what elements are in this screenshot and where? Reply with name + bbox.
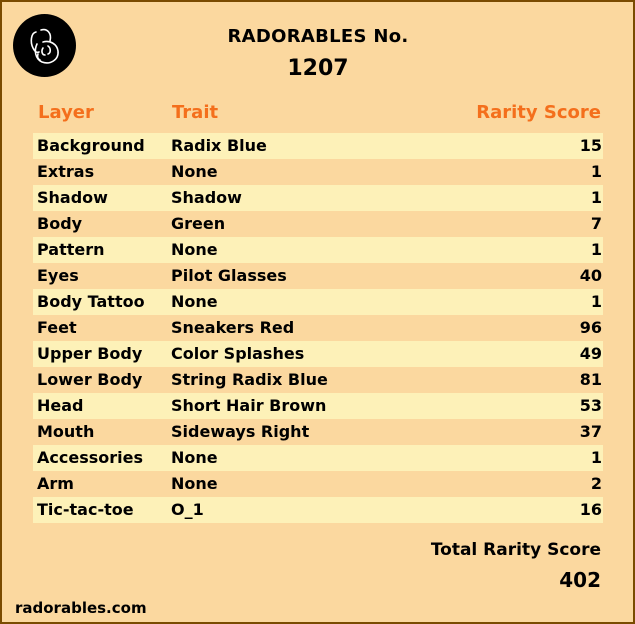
rarity-score-cell: 40 [579,266,602,285]
table-row: Body Green 7 [33,211,603,237]
trait-layer-cell: Upper Body [37,344,143,363]
token-number: 1207 [287,56,349,81]
trait-value-cell: Radix Blue [171,136,267,155]
rarity-score-cell: 15 [579,136,602,155]
trait-value-cell: None [171,474,218,493]
trait-value-cell: Short Hair Brown [171,396,327,415]
rarity-score-cell: 2 [590,474,602,493]
table-row: Arm None 2 [33,471,603,497]
rarity-score-cell: 7 [590,214,602,233]
table-row: Head Short Hair Brown 53 [33,393,603,419]
trait-value-cell: Shadow [171,188,242,207]
rarity-score-cell: 1 [590,188,602,207]
rarity-score-cell: 1 [590,240,602,259]
trait-layer-cell: Head [37,396,84,415]
trait-value-cell: Color Splashes [171,344,305,363]
rarity-score-cell: 16 [579,500,602,519]
rarity-score-cell: 53 [579,396,602,415]
total-rarity-label: Total Rarity Score [430,540,601,560]
table-row: Upper Body Color Splashes 49 [33,341,603,367]
rarity-score-cell: 81 [579,370,602,389]
collection-title: RADORABLES No. [227,26,409,47]
trait-layer-cell: Shadow [37,188,108,207]
trait-layer-cell: Pattern [37,240,105,259]
trait-layer-cell: Body Tattoo [37,292,145,311]
table-row: Tic-tac-toe O_1 16 [33,497,603,523]
trait-layer-cell: Arm [37,474,74,493]
trait-value-cell: None [171,448,218,467]
trait-layer-cell: Feet [37,318,77,337]
table-header: Layer Trait Rarity Score [2,102,633,128]
trait-value-cell: None [171,240,218,259]
trait-value-cell: None [171,292,218,311]
trait-layer-cell: Accessories [37,448,143,467]
table-row: Extras None 1 [33,159,603,185]
table-row: Feet Sneakers Red 96 [33,315,603,341]
column-header-rarity-score: Rarity Score [476,102,601,123]
trait-value-cell: String Radix Blue [171,370,328,389]
rarity-score-cell: 1 [590,292,602,311]
table-row: Pattern None 1 [33,237,603,263]
website-url: radorables.com [15,599,147,617]
trait-layer-cell: Eyes [37,266,79,285]
total-rarity-value: 402 [559,568,601,592]
column-header-trait: Trait [172,102,219,123]
trait-value-cell: Sideways Right [171,422,310,441]
rarity-score-cell: 96 [579,318,602,337]
table-row: Body Tattoo None 1 [33,289,603,315]
table-row: Mouth Sideways Right 37 [33,419,603,445]
rarity-score-cell: 37 [579,422,602,441]
trait-value-cell: Green [171,214,226,233]
trait-layer-cell: Body [37,214,83,233]
trait-layer-cell: Tic-tac-toe [37,500,134,519]
trait-layer-cell: Mouth [37,422,95,441]
rarity-score-cell: 1 [590,162,602,181]
column-header-layer: Layer [38,102,94,123]
trait-value-cell: O_1 [171,500,204,519]
rarity-score-cell: 49 [579,344,602,363]
traits-table: Background Radix Blue 15 Extras None 1 Shadow S… [33,133,603,523]
trait-layer-cell: Background [37,136,145,155]
trait-layer-cell: Lower Body [37,370,143,389]
table-row: Lower Body String Radix Blue 81 [33,367,603,393]
trait-value-cell: Pilot Glasses [171,266,287,285]
table-row: Accessories None 1 [33,445,603,471]
bunny-head-icon [13,14,76,77]
trait-layer-cell: Extras [37,162,95,181]
table-row: Background Radix Blue 15 [33,133,603,159]
table-row: Shadow Shadow 1 [33,185,603,211]
trait-value-cell: Sneakers Red [171,318,295,337]
rarity-card: RADORABLES No. 1207 Layer Trait Rarity S… [0,0,635,624]
rarity-score-cell: 1 [590,448,602,467]
trait-value-cell: None [171,162,218,181]
table-row: Eyes Pilot Glasses 40 [33,263,603,289]
